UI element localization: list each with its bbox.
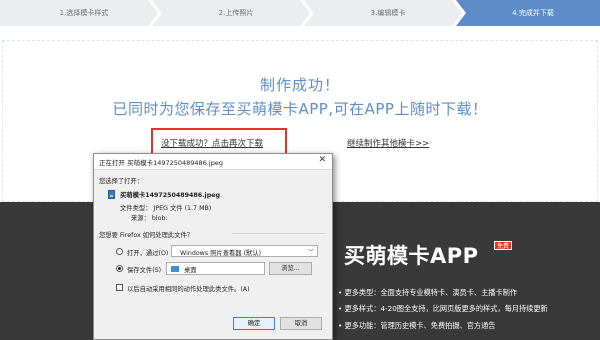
feature-types: • 更多类型：全面支持专业模特卡、演员卡、主播卡制作 (338, 288, 518, 297)
chosen-label: 您选择了打开： (99, 178, 144, 185)
feature-styles: • 更多样式：4-20图全支持，比网页版更多的样式，每月持续更新 (338, 304, 548, 313)
file-source: 来源： blob: (131, 215, 168, 222)
close-icon[interactable]: ✕ (318, 155, 326, 165)
step-edit-card: 3.编辑模卡 (304, 0, 462, 26)
open-with-label: 打开，通过(O) (127, 250, 169, 257)
open-with-app: Windows 照片查看器 (默认) (180, 250, 262, 257)
save-file-label: 保存文件(S) (127, 267, 162, 274)
success-subtitle: 已同时为您保存至买萌模卡APP,可在APP上随时下载！ (112, 100, 488, 118)
step-upload-photo: 2.上传照片 (152, 0, 310, 26)
question-divider (232, 233, 326, 234)
handling-question: 您想要 Firefox 如何处理此文件？ (99, 232, 194, 239)
dialog-title: 正在打开 买萌模卡1497250489486.jpeg (99, 159, 223, 167)
open-with-select[interactable]: Windows 照片查看器 (默认) ﹀ (171, 245, 318, 257)
free-badge: 免费 (494, 241, 513, 250)
auto-action-label: 以后自动采用相同的动作处理此类文件。(A) (127, 286, 250, 293)
file-type: 文件类型： JPEG 文件 (1.7 MB) (120, 205, 212, 212)
save-folder-name: 桌面 (184, 267, 197, 274)
progress-steps: 1.选择模卡样式 2.上传照片 3.编辑模卡 4.完成并下载 (0, 0, 600, 26)
file-icon (108, 190, 115, 199)
app-title: 买萌模卡APP (344, 244, 479, 268)
file-name: 买萌模卡1497250489486.jpeg (120, 192, 220, 199)
redownload-link[interactable]: 没下载成功？点击再次下载 (161, 137, 263, 149)
feature-functions: • 更多功能：管理历史模卡、免费拍摄、官方通告 (338, 321, 496, 330)
auto-action-checkbox[interactable] (116, 284, 123, 291)
cancel-button[interactable]: 取消 (280, 317, 322, 330)
folder-icon (171, 266, 179, 272)
save-folder-field[interactable]: 桌面 (166, 262, 265, 275)
success-title: 制作成功！ (259, 76, 340, 94)
dialog-titlebar: 正在打开 买萌模卡1497250489486.jpeg ✕ (94, 154, 332, 169)
open-with-radio[interactable] (116, 248, 123, 255)
step-select-style: 1.选择模卡样式 (0, 0, 158, 26)
browse-button[interactable]: 浏览... (269, 262, 312, 275)
chevron-down-icon: ﹀ (307, 249, 314, 256)
step-finish-download: 4.完成并下载 (456, 0, 600, 26)
ok-button[interactable]: 确定 (233, 317, 275, 330)
continue-making-link[interactable]: 继续制作其他模卡>> (347, 137, 429, 149)
save-file-radio[interactable] (116, 265, 123, 272)
